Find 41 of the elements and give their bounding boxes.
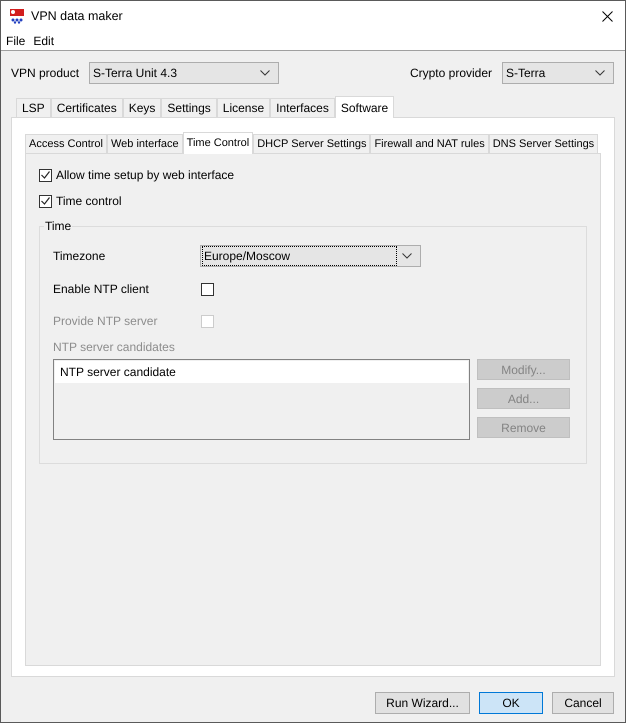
tab[interactable]: Software [334,96,394,118]
button[interactable]: Cancel [552,692,614,714]
tab[interactable]: DHCP Server Settings [253,134,370,153]
menu-item[interactable]: Edit [33,32,54,50]
chevron-down-icon [260,70,270,76]
checkmark-icon [41,171,50,179]
tab[interactable]: Time Control [182,132,254,154]
button[interactable]: Run Wizard... [375,692,470,714]
checkmark-icon [41,197,50,205]
tab[interactable]: Firewall and NAT rules [370,134,489,153]
chevron-down-icon [402,253,412,259]
tab[interactable]: License [216,98,270,117]
field-label: VPN product [11,65,80,82]
vpn-product-dropdown[interactable]: S-Terra Unit 4.3 [89,62,279,84]
app-logo-icon [9,8,25,24]
tab[interactable]: DNS Server Settings [488,134,598,153]
group-title: Time [44,219,72,233]
checkbox-label: Allow time setup by web interface [56,167,234,184]
checkbox-label: Time control [56,193,122,210]
checkbox[interactable] [201,282,214,296]
checkbox[interactable] [39,194,52,208]
field-label: Crypto provider [410,65,492,82]
tab[interactable]: Interfaces [270,98,335,117]
field-label: Enable NTP client [53,281,150,298]
menu-item[interactable]: File [6,32,26,50]
tab[interactable]: Keys [122,98,162,117]
field-label: Provide NTP server [53,313,158,330]
chevron-down-icon [595,70,605,76]
tab[interactable]: Settings [161,98,217,117]
close-icon[interactable] [602,10,613,22]
tab[interactable]: Certificates [50,98,123,117]
checkbox[interactable] [39,168,52,182]
button[interactable]: OK [479,692,543,714]
timezone-dropdown[interactable]: Europe/Moscow [200,245,421,267]
tab[interactable]: Web interface [106,134,183,153]
field-label: NTP server candidates [53,340,175,354]
field-label: Timezone [53,248,106,265]
crypto-provider-dropdown[interactable]: S-Terra [502,62,614,84]
tab[interactable]: LSP [16,98,51,117]
window-title: VPN data maker [31,8,123,25]
tab[interactable]: Access Control [25,134,107,153]
